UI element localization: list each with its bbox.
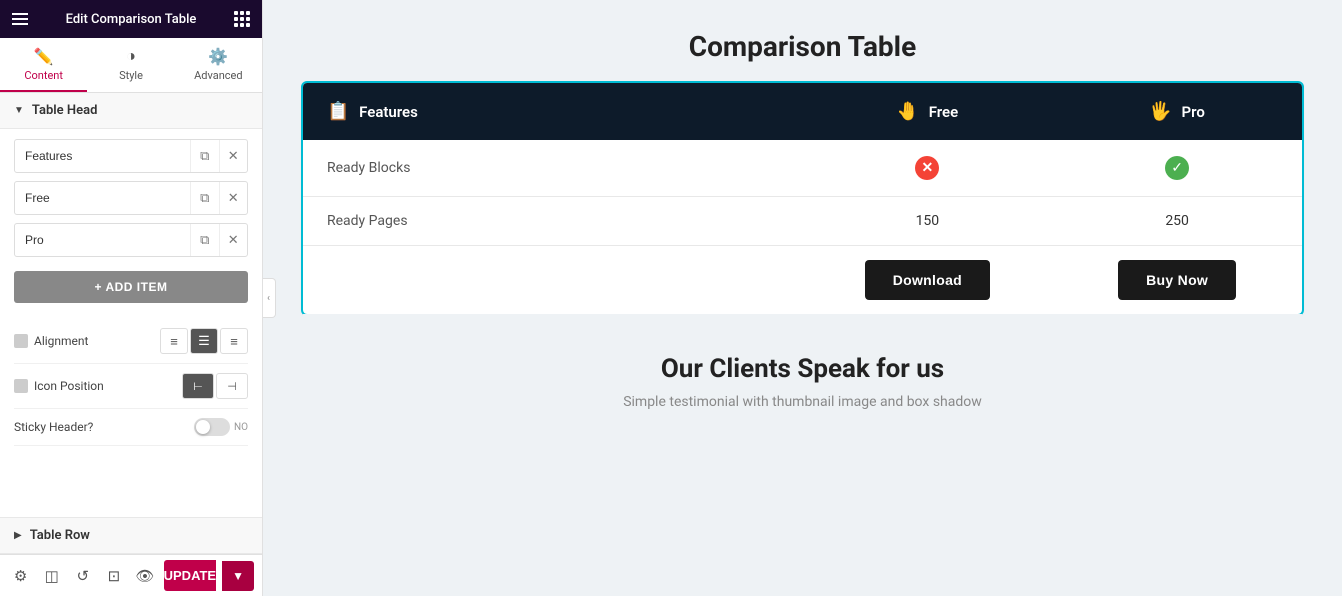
copy-pro-btn[interactable]: ⧉: [190, 224, 219, 256]
table-row-arrow-icon: ▶: [14, 530, 22, 541]
advanced-icon: ⚙️: [208, 47, 228, 66]
tab-advanced[interactable]: ⚙️ Advanced: [175, 38, 262, 92]
grid-options-icon[interactable]: [234, 11, 250, 27]
free-col-header: 🤚 Free: [803, 83, 1053, 140]
alignment-buttons: ≡ ☰ ≡: [160, 328, 248, 354]
icon-position-label: Icon Position: [14, 379, 104, 393]
buttons-row: Download Buy Now: [303, 246, 1302, 315]
btn-row-empty: [303, 246, 803, 315]
table-head-arrow-icon: ▼: [14, 105, 24, 116]
bottom-bar: ⚙ ◫ ↺ ⊡ 👁 UPDATE ▼: [0, 554, 262, 596]
content-icon: ✏️: [34, 47, 54, 66]
features-input[interactable]: [15, 142, 190, 170]
hamburger-menu[interactable]: [12, 13, 28, 25]
input-rows-container: ⧉ ✕ ⧉ ✕ ⧉ ✕: [0, 129, 262, 267]
input-row-pro: ⧉ ✕: [14, 223, 248, 257]
buynow-button[interactable]: Buy Now: [1118, 260, 1236, 300]
icon-pos-icon: [14, 379, 28, 393]
free-input[interactable]: [15, 184, 190, 212]
input-row-free: ⧉ ✕: [14, 181, 248, 215]
tab-content[interactable]: ✏️ Content: [0, 38, 87, 92]
tab-style[interactable]: ◑ Style: [87, 38, 174, 92]
features-col-icon: 📋: [327, 101, 349, 122]
sticky-toggle-wrapper: NO: [194, 418, 248, 436]
responsive-icon-btn[interactable]: ⊡: [101, 561, 126, 591]
download-cell: Download: [803, 246, 1053, 315]
table-row: Ready Pages 150 250: [303, 197, 1302, 246]
bottom-section: Our Clients Speak for us Simple testimon…: [303, 314, 1302, 430]
table-row: Ready Blocks ✕ ✓: [303, 140, 1302, 197]
ready-pages-label: Ready Pages: [303, 197, 803, 246]
tab-style-label: Style: [119, 69, 143, 82]
panel-tabs: ✏️ Content ◑ Style ⚙️ Advanced: [0, 38, 262, 93]
cross-icon: ✕: [915, 156, 939, 180]
alignment-icon: [14, 334, 28, 348]
ready-pages-free: 150: [803, 197, 1053, 246]
comparison-table-title: Comparison Table: [689, 30, 916, 63]
bottom-subtitle: Simple testimonial with thumbnail image …: [323, 394, 1282, 410]
style-icon: ◑: [126, 46, 136, 66]
layers-icon-btn[interactable]: ◫: [39, 561, 64, 591]
sticky-header-label: Sticky Header?: [14, 420, 93, 434]
table-row-section[interactable]: ▶ Table Row: [0, 517, 262, 554]
ready-pages-pro: 250: [1052, 197, 1302, 246]
download-button[interactable]: Download: [865, 260, 990, 300]
pro-col-label: Pro: [1182, 103, 1205, 121]
icon-pos-left-btn[interactable]: ⊢: [182, 373, 214, 399]
align-right-btn[interactable]: ≡: [220, 328, 248, 354]
sticky-header-setting: Sticky Header? NO: [14, 409, 248, 446]
pro-col-icon: 🖐: [1149, 101, 1171, 122]
table-head-section-header[interactable]: ▼ Table Head: [0, 93, 262, 129]
ready-blocks-free: ✕: [803, 140, 1053, 197]
buynow-cell: Buy Now: [1052, 246, 1302, 315]
copy-free-btn[interactable]: ⧉: [190, 182, 219, 214]
bottom-title: Our Clients Speak for us: [323, 354, 1282, 384]
ready-blocks-label: Ready Blocks: [303, 140, 803, 197]
delete-features-btn[interactable]: ✕: [219, 140, 248, 172]
sticky-header-toggle[interactable]: [194, 418, 230, 436]
toggle-no-label: NO: [234, 422, 248, 433]
free-col-label: Free: [929, 103, 958, 121]
eye-icon-btn[interactable]: 👁: [133, 561, 158, 591]
input-row-features: ⧉ ✕: [14, 139, 248, 173]
icon-position-setting: Icon Position ⊢ ⊣: [14, 364, 248, 409]
features-col-header: 📋 Features: [303, 83, 803, 140]
head-row: 📋 Features 🤚 Free 🖐 Pro: [303, 83, 1302, 140]
copy-features-btn[interactable]: ⧉: [190, 140, 219, 172]
pro-col-header: 🖐 Pro: [1052, 83, 1302, 140]
collapse-handle[interactable]: ‹: [263, 278, 276, 318]
ready-blocks-pro: ✓: [1052, 140, 1302, 197]
icon-pos-right-btn[interactable]: ⊣: [216, 373, 248, 399]
delete-pro-btn[interactable]: ✕: [219, 224, 248, 256]
align-left-btn[interactable]: ≡: [160, 328, 188, 354]
table-row-label: Table Row: [30, 528, 90, 543]
free-col-icon: 🤚: [897, 101, 919, 122]
add-item-button[interactable]: + ADD ITEM: [14, 271, 248, 303]
features-col-label: Features: [359, 103, 418, 121]
left-panel: Edit Comparison Table ✏️ Content ◑ Style…: [0, 0, 263, 596]
align-center-btn[interactable]: ☰: [190, 328, 218, 354]
panel-topbar: Edit Comparison Table: [0, 0, 262, 38]
right-panel: ‹ Comparison Table 📋 Features 🤚 Free 🖐: [263, 0, 1342, 596]
comp-table-head: 📋 Features 🤚 Free 🖐 Pro: [303, 83, 1302, 140]
table-head-label: Table Head: [32, 103, 98, 118]
tab-advanced-label: Advanced: [194, 69, 242, 82]
settings-icon-btn[interactable]: ⚙: [8, 561, 33, 591]
history-icon-btn[interactable]: ↺: [70, 561, 95, 591]
alignment-setting: Alignment ≡ ☰ ≡: [14, 319, 248, 364]
settings-rows: Alignment ≡ ☰ ≡ Icon Position ⊢ ⊣ Sticky…: [0, 313, 262, 452]
alignment-label: Alignment: [14, 334, 88, 348]
tab-content-label: Content: [24, 69, 63, 82]
update-arrow-button[interactable]: ▼: [222, 561, 254, 591]
delete-free-btn[interactable]: ✕: [219, 182, 248, 214]
toggle-knob: [196, 420, 210, 434]
comp-table-body: Ready Blocks ✕ ✓ Ready Pages 150 250: [303, 140, 1302, 314]
comparison-table: 📋 Features 🤚 Free 🖐 Pro Ready B: [303, 83, 1302, 314]
update-button[interactable]: UPDATE: [164, 560, 216, 591]
right-content: Comparison Table 📋 Features 🤚 Free 🖐 Pro: [263, 0, 1342, 596]
pro-input[interactable]: [15, 226, 190, 254]
icon-position-buttons: ⊢ ⊣: [182, 373, 248, 399]
check-icon: ✓: [1165, 156, 1189, 180]
panel-title: Edit Comparison Table: [66, 12, 197, 27]
